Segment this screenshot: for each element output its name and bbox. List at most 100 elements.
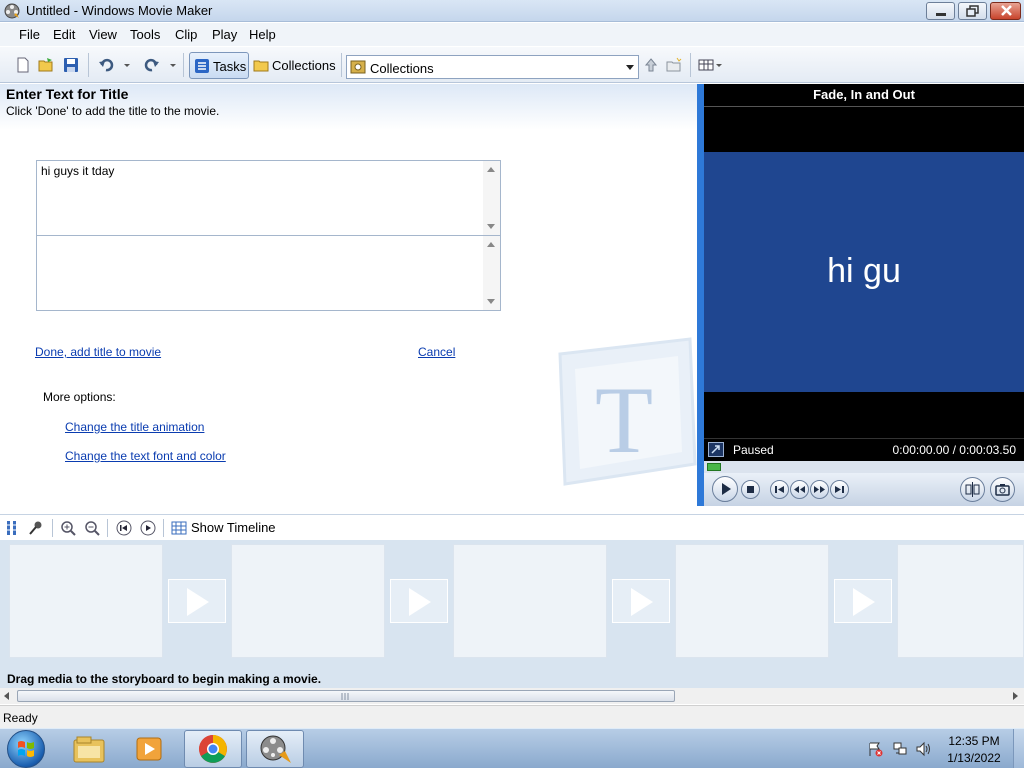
views-dropdown-icon[interactable] [714, 57, 724, 73]
redo-icon[interactable] [144, 57, 160, 73]
zoom-out-icon[interactable] [84, 520, 100, 536]
taskbar-movie-maker[interactable] [246, 730, 304, 768]
grip-icon [341, 693, 349, 700]
menu-help[interactable]: Help [249, 27, 276, 42]
playback-status: Paused [733, 443, 774, 457]
preview-screen-text: hi gu [827, 252, 901, 290]
storyboard-horizontal-scrollbar[interactable] [0, 688, 1024, 704]
save-project-icon[interactable] [63, 57, 79, 73]
menu-play[interactable]: Play [212, 27, 237, 42]
minimize-button[interactable] [926, 2, 955, 20]
take-picture-button[interactable] [990, 477, 1015, 502]
seek-thumb[interactable] [707, 463, 721, 471]
storyboard-clip-slot[interactable] [675, 544, 829, 658]
collections-film-icon [350, 60, 366, 74]
seek-bar[interactable] [704, 461, 1024, 473]
undo-icon[interactable] [98, 57, 114, 73]
collection-up-icon[interactable] [643, 57, 659, 73]
collections-button-label[interactable]: Collections [272, 58, 336, 73]
show-desktop-button[interactable] [1013, 729, 1024, 768]
subtitle-text-input[interactable] [36, 235, 501, 311]
taskbar-explorer[interactable] [60, 730, 118, 768]
show-timeline-icon[interactable] [171, 520, 187, 536]
new-project-icon[interactable] [15, 57, 31, 73]
volume-icon[interactable] [915, 741, 931, 757]
next-frame-button[interactable] [830, 480, 849, 499]
transition-arrow-icon [853, 588, 875, 616]
storyboard-clip-slot[interactable] [231, 544, 385, 658]
pane-splitter[interactable] [697, 84, 704, 506]
stop-button[interactable] [741, 480, 760, 499]
new-collection-folder-icon[interactable] [666, 57, 682, 73]
collections-folder-icon[interactable] [253, 57, 269, 73]
transition-slot[interactable] [612, 579, 670, 623]
title-task-pane: Enter Text for Title Click 'Done' to add… [0, 84, 697, 506]
play-storyboard-icon[interactable] [140, 520, 156, 536]
action-center-flag-icon[interactable] [867, 741, 883, 757]
menu-tools[interactable]: Tools [130, 27, 160, 42]
clock-date[interactable]: 1/13/2022 [944, 751, 1004, 765]
storyboard-clip-slot[interactable] [897, 544, 1024, 658]
play-button[interactable] [712, 476, 738, 502]
transition-slot[interactable] [834, 579, 892, 623]
start-button[interactable] [7, 730, 45, 768]
views-icon[interactable] [698, 57, 714, 73]
storyboard-clip-slot[interactable] [453, 544, 607, 658]
transition-slot[interactable] [390, 579, 448, 623]
transition-slot[interactable] [168, 579, 226, 623]
menu-view[interactable]: View [89, 27, 117, 42]
undo-dropdown-icon[interactable] [122, 57, 132, 73]
close-button[interactable] [990, 2, 1021, 20]
storyboard-hint: Drag media to the storyboard to begin ma… [7, 672, 322, 686]
storyboard-clip-slot[interactable] [9, 544, 163, 658]
storyboard-toolbar: Show Timeline [0, 514, 1024, 540]
toolbar-separator [183, 53, 184, 77]
menu-file[interactable]: File [19, 27, 40, 42]
menu-edit[interactable]: Edit [53, 27, 75, 42]
pane-subtitle: Click 'Done' to add the title to the mov… [6, 104, 220, 118]
network-icon[interactable] [892, 741, 908, 757]
subtitle-input-scrollbar[interactable] [483, 236, 500, 310]
title-text-input[interactable]: hi guys it tday [36, 160, 501, 236]
scroll-left-icon[interactable] [3, 692, 11, 700]
step-forward-button[interactable] [810, 480, 829, 499]
scroll-right-icon[interactable] [1011, 692, 1019, 700]
taskbar-chrome[interactable] [184, 730, 242, 768]
stop-icon [747, 486, 754, 493]
narrate-microphone-icon[interactable] [28, 520, 44, 536]
taskbar-media-player[interactable] [120, 730, 178, 768]
menu-bar: File Edit View Tools Clip Play Help [0, 23, 1024, 46]
change-title-animation-link[interactable]: Change the title animation [65, 420, 204, 434]
split-clip-button[interactable] [960, 477, 985, 502]
tasks-button[interactable]: Tasks [189, 52, 249, 79]
toolbar-separator [88, 53, 89, 77]
movie-maker-app-icon[interactable] [4, 3, 20, 19]
show-timeline-button[interactable]: Show Timeline [191, 520, 276, 535]
cancel-link[interactable]: Cancel [418, 345, 455, 359]
collections-dropdown[interactable]: Collections [346, 55, 639, 79]
menu-clip[interactable]: Clip [175, 27, 197, 42]
clock-time[interactable]: 12:35 PM [944, 734, 1004, 748]
step-back-button[interactable] [790, 480, 809, 499]
storyboard[interactable]: Drag media to the storyboard to begin ma… [0, 540, 1024, 688]
scroll-up-icon [487, 242, 495, 247]
fast-forward-icon [814, 486, 825, 493]
storyboard-view-icon[interactable] [5, 520, 21, 536]
rewind-storyboard-icon[interactable] [116, 520, 132, 536]
resize-arrow-icon [711, 445, 720, 454]
open-project-icon[interactable] [38, 57, 54, 73]
restore-button[interactable] [958, 2, 987, 20]
playback-status-row: Paused 0:00:00.00 / 0:00:03.50 [704, 438, 1024, 460]
zoom-in-icon[interactable] [60, 520, 76, 536]
windows-logo-icon [18, 741, 34, 757]
redo-dropdown-icon[interactable] [168, 57, 178, 73]
title-input-scrollbar[interactable] [483, 161, 500, 235]
title-text-value: hi guys it tday [41, 164, 115, 178]
change-font-color-link[interactable]: Change the text font and color [65, 449, 226, 463]
skip-forward-icon [835, 486, 844, 493]
done-add-title-link[interactable]: Done, add title to movie [35, 345, 161, 359]
scrollbar-thumb[interactable] [17, 690, 675, 702]
previous-frame-button[interactable] [770, 480, 789, 499]
window-title: Untitled - Windows Movie Maker [26, 3, 213, 18]
split-view-icon[interactable] [708, 442, 724, 457]
